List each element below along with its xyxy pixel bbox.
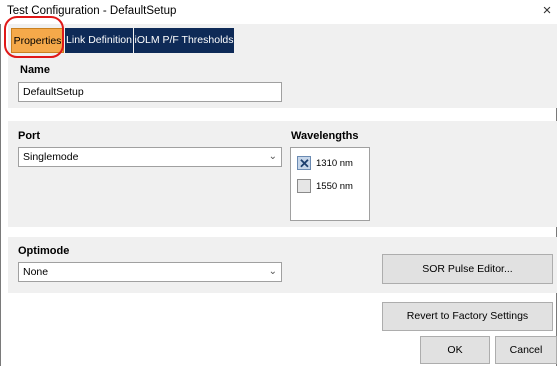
port-select[interactable]: Singlemode ⌄	[18, 147, 282, 167]
revert-factory-settings-button[interactable]: Revert to Factory Settings	[382, 302, 553, 331]
name-label: Name	[20, 64, 50, 76]
chevron-down-icon: ⌄	[268, 151, 277, 162]
ok-button[interactable]: OK	[420, 336, 490, 364]
x-check-icon: ✕	[299, 156, 310, 171]
checkbox-1550[interactable]	[297, 179, 311, 193]
tab-link-definition[interactable]: Link Definition	[65, 28, 133, 53]
optimode-value: None	[23, 266, 49, 278]
checkbox-1550-label: 1550 nm	[316, 181, 353, 192]
close-icon[interactable]: ×	[537, 1, 557, 21]
optimode-select[interactable]: None ⌄	[18, 262, 282, 282]
name-input[interactable]: DefaultSetup	[18, 82, 282, 102]
highlight-annotation	[4, 16, 64, 58]
optimode-label: Optimode	[18, 245, 70, 257]
port-label: Port	[18, 130, 40, 142]
checkbox-1310-label: 1310 nm	[316, 158, 353, 169]
sor-pulse-editor-button[interactable]: SOR Pulse Editor...	[382, 254, 553, 284]
cancel-button[interactable]: Cancel	[495, 336, 557, 364]
checkbox-1310[interactable]: ✕	[297, 156, 311, 171]
chevron-down-icon: ⌄	[268, 266, 277, 277]
wavelengths-label: Wavelengths	[291, 130, 359, 142]
port-panel	[8, 121, 557, 227]
port-value: Singlemode	[23, 151, 79, 163]
tab-iolm-thresholds[interactable]: iOLM P/F Thresholds	[134, 28, 234, 53]
